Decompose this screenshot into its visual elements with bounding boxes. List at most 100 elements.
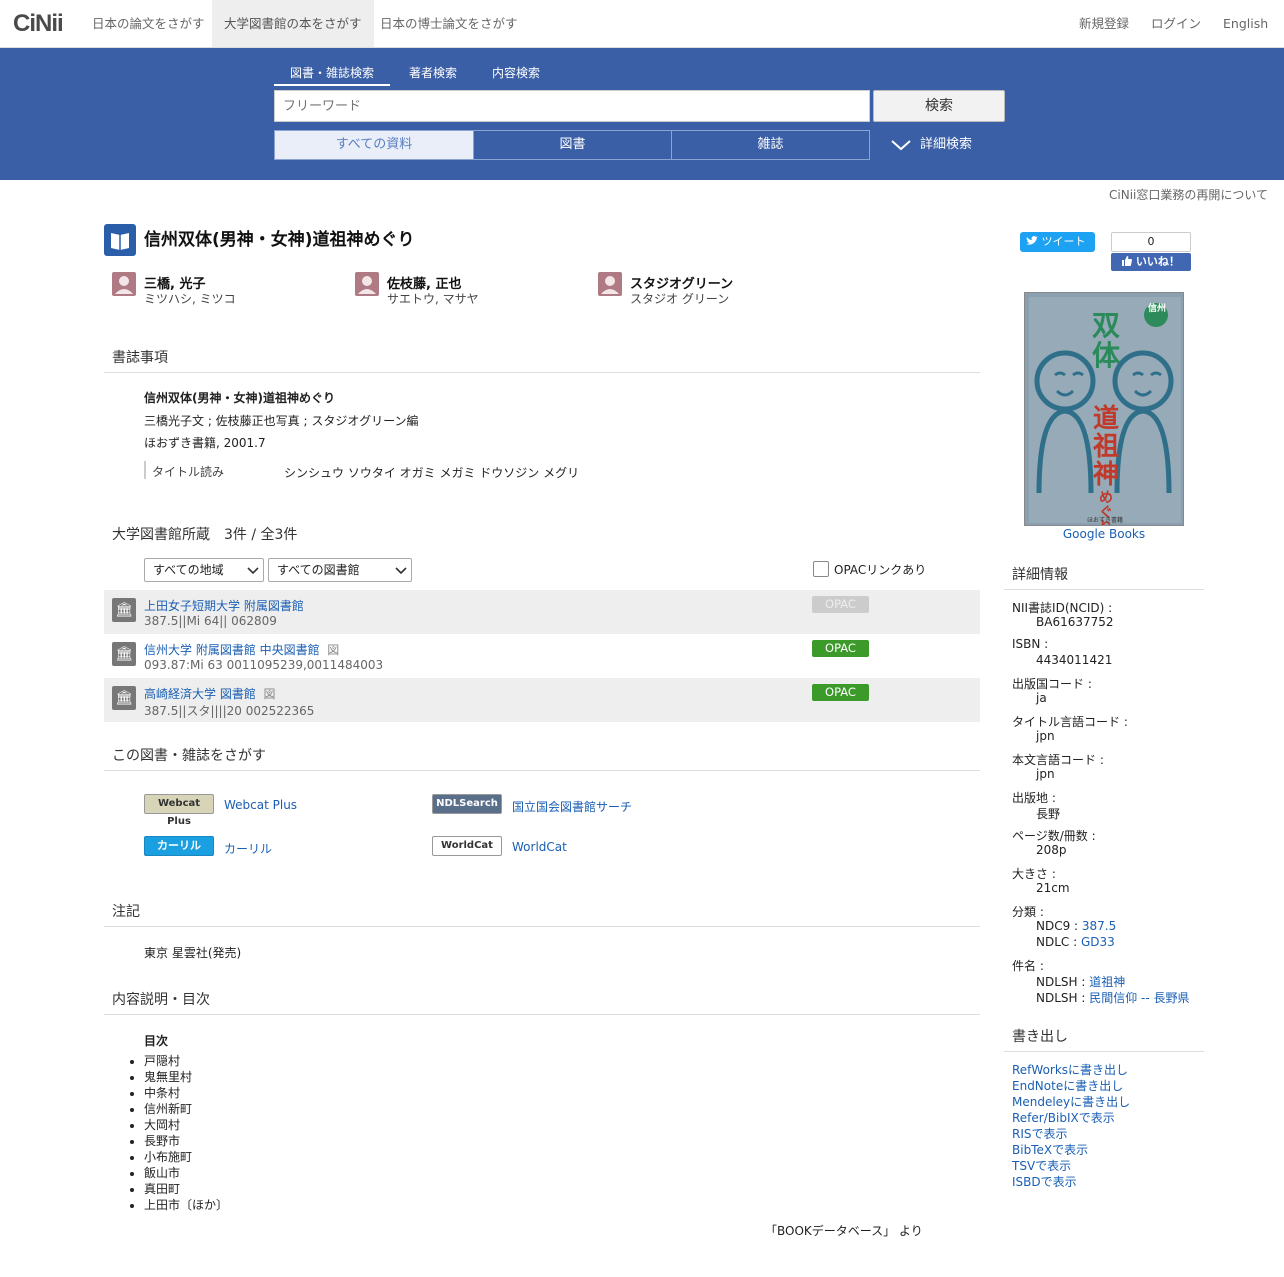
book-title: 信州双体(男神・女神)道祖神めぐり <box>144 230 415 250</box>
ndlc-link[interactable]: GD33 <box>1081 935 1115 949</box>
export-endnote-link[interactable]: EndNoteに書き出し <box>1012 1077 1123 1094</box>
divider <box>104 770 980 771</box>
library-mark: 図 <box>327 643 340 657</box>
list-item: 長野市 <box>144 1132 228 1148</box>
isbn-value: 4434011421 <box>1036 653 1113 667</box>
advanced-search-toggle[interactable]: 詳細検索 <box>890 130 972 160</box>
search-input[interactable] <box>274 90 870 122</box>
cover-title-main: 双体 <box>1091 309 1120 372</box>
holdings-heading: 大学図書館所蔵 3件 / 全3件 <box>112 527 298 543</box>
calil-link[interactable]: カーリル <box>224 840 272 857</box>
library-select[interactable]: すべての図書館 <box>268 558 412 582</box>
tab-books-only[interactable]: 図書 <box>473 130 672 160</box>
advanced-search-label: 詳細検索 <box>920 137 973 152</box>
class-label: 分類 : <box>1012 905 1044 919</box>
table-row: 🏛 高崎経済大学 図書館 図 387.5||スタ||||20 002522365… <box>104 678 980 722</box>
book-icon <box>104 224 136 256</box>
place-value: 長野 <box>1036 807 1061 821</box>
export-refworks-link[interactable]: RefWorksに書き出し <box>1012 1061 1128 1078</box>
library-name-link[interactable]: 信州大学 附属図書館 中央図書館 図 <box>144 641 339 658</box>
tab-books[interactable]: 大学図書館の本をさがす <box>212 0 374 47</box>
library-name-link[interactable]: 上田女子短期大学 附属図書館 <box>144 597 304 614</box>
place-label: 出版地 : <box>1012 791 1056 805</box>
divider <box>104 372 980 373</box>
worldcat-link[interactable]: WorldCat <box>512 840 567 854</box>
calil-logo[interactable]: カーリル <box>144 836 214 856</box>
bib-title: 信州双体(男神・女神)道祖神めぐり <box>144 391 335 405</box>
opac-filter-checkbox[interactable] <box>813 561 829 577</box>
webcat-link[interactable]: Webcat Plus <box>224 798 297 812</box>
search-button[interactable]: 検索 <box>873 90 1005 122</box>
ncid-label: NII書誌ID(NCID) : <box>1012 601 1113 615</box>
register-link[interactable]: 新規登録 <box>1079 0 1129 47</box>
bib-responsibility: 三橋光子文 ; 佐枝藤正也写真 ; スタジオグリーン編 <box>144 414 419 428</box>
top-navigation: CiNii 日本の論文をさがす 大学図書館の本をさがす 日本の博士論文をさがす … <box>0 0 1284 48</box>
like-count: 0 <box>1111 232 1191 252</box>
export-ris-link[interactable]: RISで表示 <box>1012 1125 1068 1142</box>
export-heading: 書き出し <box>1012 1029 1068 1045</box>
divider <box>1004 1051 1204 1052</box>
library-name-link[interactable]: 高崎経済大学 図書館 図 <box>144 685 275 702</box>
like-button[interactable]: いいね！ <box>1111 253 1191 271</box>
subject-row-1: NDLSH : 道祖神 <box>1036 973 1125 990</box>
library-name: 高崎経済大学 図書館 <box>144 687 256 701</box>
bib-publisher: ほおずき書籍, 2001.7 <box>144 436 266 450</box>
opac-button[interactable]: OPAC <box>812 684 869 701</box>
region-select[interactable]: すべての地域 <box>144 558 264 582</box>
worldcat-logo[interactable]: WorldCat <box>432 836 502 856</box>
webcat-logo[interactable]: Webcat Plus <box>144 794 214 827</box>
cinii-logo[interactable]: CiNii <box>13 10 64 38</box>
library-name: 信州大学 附属図書館 中央図書館 <box>144 643 320 657</box>
tab-all-materials[interactable]: すべての資料 <box>274 130 474 160</box>
library-name: 上田女子短期大学 附属図書館 <box>144 599 304 613</box>
tab-journals-only[interactable]: 雑誌 <box>671 130 870 160</box>
divider <box>144 461 146 479</box>
ndlsearch-link[interactable]: 国立国会図書館サーチ <box>512 798 632 815</box>
ndlsh-prefix: NDLSH : <box>1036 975 1090 989</box>
text-lang-value: jpn <box>1036 767 1055 781</box>
list-item: 上田市〔ほか〕 <box>144 1196 228 1212</box>
library-icon: 🏛 <box>112 598 136 622</box>
subject-link[interactable]: 民間信仰 -- 長野県 <box>1089 991 1189 1005</box>
region-select-value: すべての地域 <box>153 563 224 577</box>
opac-button[interactable]: OPAC <box>812 640 869 657</box>
chevron-down-icon <box>395 567 407 575</box>
export-refer-link[interactable]: Refer/BibIXで表示 <box>1012 1109 1115 1126</box>
tweet-button[interactable]: ツイート <box>1020 232 1095 252</box>
tab-articles[interactable]: 日本の論文をさがす <box>80 0 217 47</box>
toc-list: 戸隠村 鬼無里村 中条村 信州新町 大岡村 長野市 小布施町 飯山市 真田町 上… <box>144 1052 228 1212</box>
export-mendeley-link[interactable]: Mendeleyに書き出し <box>1012 1093 1130 1110</box>
country-label: 出版国コード : <box>1012 677 1092 691</box>
english-link[interactable]: English <box>1223 0 1268 47</box>
country-value: ja <box>1036 691 1047 705</box>
subject-link[interactable]: 道祖神 <box>1089 975 1125 989</box>
tab-author-search[interactable]: 著者検索 <box>393 64 473 86</box>
ndc9-link[interactable]: 387.5 <box>1082 919 1116 933</box>
source-credit: 「BOOKデータベース」 より <box>765 1224 923 1238</box>
notice-link[interactable]: CiNii窓口業務の再開について <box>1109 186 1268 203</box>
export-bibtex-link[interactable]: BibTeXで表示 <box>1012 1141 1088 1158</box>
ndlsearch-logo[interactable]: NDLSearch <box>432 794 502 814</box>
list-item: 鬼無里村 <box>144 1068 228 1084</box>
divider <box>104 926 980 927</box>
tab-book-search[interactable]: 図書・雑誌検索 <box>274 64 391 86</box>
export-isbd-link[interactable]: ISBDで表示 <box>1012 1173 1077 1190</box>
avatar-icon <box>112 272 136 296</box>
tab-dissertations[interactable]: 日本の博士論文をさがす <box>368 0 530 47</box>
list-item: 中条村 <box>144 1084 228 1100</box>
author-kana: スタジオ グリーン <box>630 292 730 306</box>
tab-content-search[interactable]: 内容検索 <box>476 64 556 86</box>
book-cover-image[interactable]: 信州 双体 道祖神 めぐり ほおずき書籍 <box>1024 292 1184 526</box>
google-books-link[interactable]: Google Books <box>1024 527 1184 541</box>
reading-label: タイトル読み <box>152 465 225 479</box>
library-mark: 図 <box>263 687 276 701</box>
ndlsh-prefix: NDLSH : <box>1036 991 1090 1005</box>
table-row: 🏛 上田女子短期大学 附属図書館 387.5||Mi 64|| 062809 O… <box>104 590 980 634</box>
cover-publisher: ほおずき書籍 <box>1086 517 1123 524</box>
call-number: 093.87:Mi 63 0011095239,0011484003 <box>144 658 384 672</box>
table-row: 🏛 信州大学 附属図書館 中央図書館 図 093.87:Mi 63 001109… <box>104 634 980 678</box>
export-tsv-link[interactable]: TSVで表示 <box>1012 1157 1071 1174</box>
login-link[interactable]: ログイン <box>1151 0 1201 47</box>
contents-heading: 内容説明・目次 <box>112 992 210 1008</box>
tweet-label: ツイート <box>1041 235 1086 248</box>
